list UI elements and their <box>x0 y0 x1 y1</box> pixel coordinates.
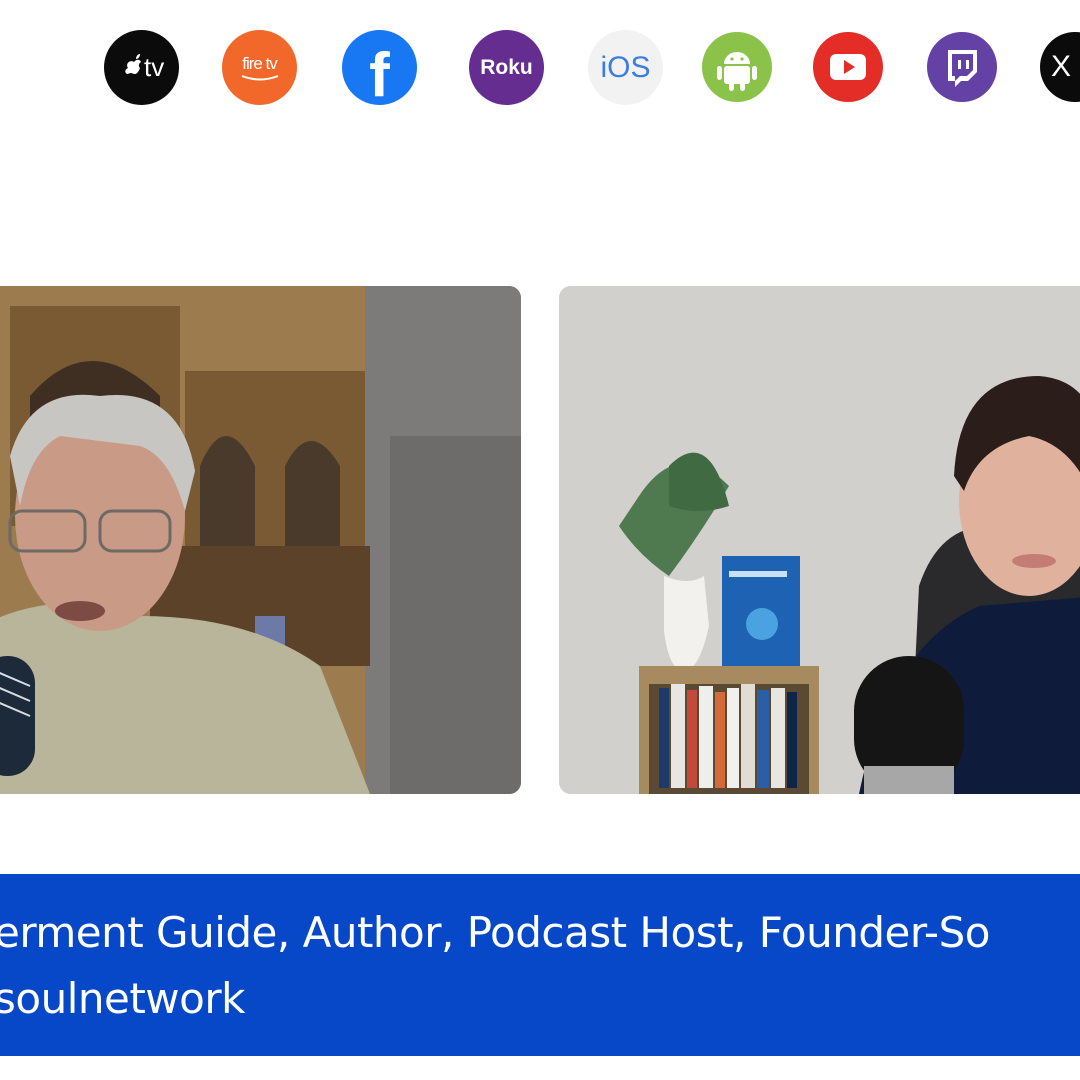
x-label: X <box>1050 50 1071 83</box>
apple-tv-icon[interactable]: tv <box>104 30 179 105</box>
guest-video-frame <box>559 286 1080 794</box>
guest-title-text: erment Guide, Author, Podcast Host, Foun… <box>0 908 990 957</box>
ios-icon[interactable]: iOS <box>588 30 663 105</box>
android-icon[interactable] <box>702 32 772 102</box>
facebook-label: f <box>369 40 390 105</box>
video-tile-guest[interactable] <box>559 286 1080 794</box>
roku-label: Roku <box>480 56 533 79</box>
youtube-icon[interactable] <box>813 32 883 102</box>
host-video-frame <box>0 286 521 794</box>
ios-label: iOS <box>600 50 651 84</box>
fire-tv-icon[interactable]: fire tv <box>222 30 297 105</box>
twitch-icon[interactable] <box>927 32 997 102</box>
platform-icon-row: tv fire tv f Roku iOS X <box>0 0 1080 140</box>
facebook-icon[interactable]: f <box>342 30 417 105</box>
roku-icon[interactable]: Roku <box>469 30 544 105</box>
x-icon[interactable]: X <box>1040 32 1080 102</box>
lower-third-banner: erment Guide, Author, Podcast Host, Foun… <box>0 874 1080 1056</box>
video-tile-host[interactable] <box>0 286 521 794</box>
apple-tv-label: tv <box>144 52 165 82</box>
fire-tv-label: fire tv <box>242 54 278 73</box>
guest-network-text: soulnetwork <box>0 974 245 1023</box>
